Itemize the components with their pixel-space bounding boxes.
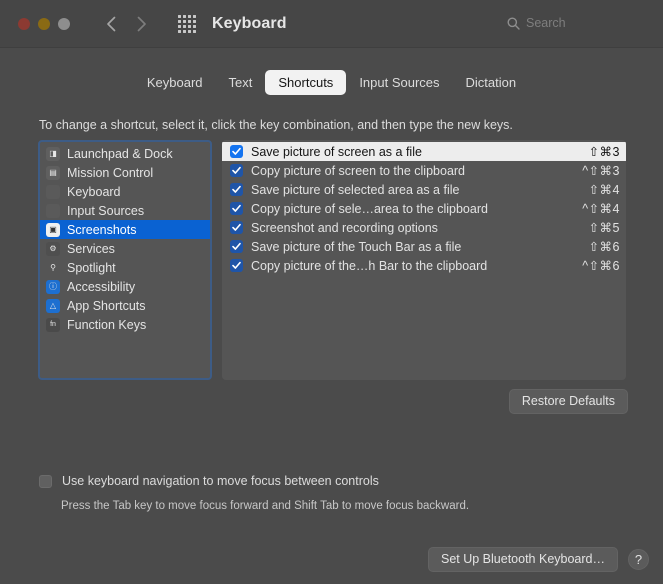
table-row[interactable]: Save picture of screen as a file ⇧⌘3 bbox=[222, 142, 626, 161]
sidebar-item-launchpad-dock[interactable]: ◨ Launchpad & Dock bbox=[40, 144, 210, 163]
search-field[interactable] bbox=[499, 11, 649, 35]
tab-text[interactable]: Text bbox=[216, 70, 266, 95]
shortcut-checkbox[interactable] bbox=[230, 240, 243, 253]
sidebar-item-label: Screenshots bbox=[67, 222, 137, 237]
table-row[interactable]: Copy picture of sele…area to the clipboa… bbox=[222, 199, 626, 218]
shortcut-name: Save picture of selected area as a file bbox=[251, 182, 460, 197]
shortcut-checkbox[interactable] bbox=[230, 145, 243, 158]
search-icon bbox=[507, 17, 520, 30]
shortcut-checkbox[interactable] bbox=[230, 259, 243, 272]
sidebar-item-function-keys[interactable]: fn Function Keys bbox=[40, 315, 210, 334]
shortcut-keys[interactable]: ^⇧⌘3 bbox=[582, 163, 620, 178]
close-button[interactable] bbox=[18, 17, 30, 30]
shortcut-checkbox[interactable] bbox=[230, 164, 243, 177]
shortcut-name: Copy picture of the…h Bar to the clipboa… bbox=[251, 258, 488, 273]
shortcut-name: Save picture of screen as a file bbox=[251, 144, 422, 159]
table-row[interactable]: Save picture of selected area as a file … bbox=[222, 180, 626, 199]
sidebar-item-label: Function Keys bbox=[67, 317, 147, 332]
sidebar-item-label: App Shortcuts bbox=[67, 298, 146, 313]
system-preferences-window: Keyboard Keyboard Text Shortcuts Input S… bbox=[0, 0, 663, 584]
shortcut-keys[interactable]: ⇧⌘5 bbox=[589, 220, 620, 235]
shortcut-list[interactable]: Save picture of screen as a file ⇧⌘3 Cop… bbox=[222, 140, 626, 380]
sidebar-item-keyboard[interactable]: Keyboard bbox=[40, 182, 210, 201]
shortcut-checkbox[interactable] bbox=[230, 202, 243, 215]
sidebar-item-label: Launchpad & Dock bbox=[67, 146, 173, 161]
window-footer: Set Up Bluetooth Keyboard… ? bbox=[428, 547, 649, 572]
keyboard-icon bbox=[46, 184, 60, 199]
instruction-text: To change a shortcut, select it, click t… bbox=[39, 118, 513, 132]
shortcut-keys[interactable]: ^⇧⌘4 bbox=[582, 201, 620, 216]
spotlight-search-icon: ⚲ bbox=[50, 263, 56, 272]
shortcut-keys[interactable]: ⇧⌘6 bbox=[589, 239, 620, 254]
sidebar-item-app-shortcuts[interactable]: △ App Shortcuts bbox=[40, 296, 210, 315]
shortcut-keys[interactable]: ⇧⌘4 bbox=[589, 182, 620, 197]
sidebar-item-accessibility[interactable]: ⓘ Accessibility bbox=[40, 277, 210, 296]
keyboard-navigation-row[interactable]: Use keyboard navigation to move focus be… bbox=[39, 474, 379, 488]
shortcut-name: Copy picture of sele…area to the clipboa… bbox=[251, 201, 488, 216]
shortcut-keys[interactable]: ⇧⌘3 bbox=[589, 144, 620, 159]
table-row[interactable]: Save picture of the Touch Bar as a file … bbox=[222, 237, 626, 256]
shortcut-category-list[interactable]: ◨ Launchpad & Dock ▤ Mission Control Key… bbox=[38, 140, 212, 380]
sidebar-item-label: Keyboard bbox=[67, 184, 121, 199]
sidebar-item-input-sources[interactable]: Input Sources bbox=[40, 201, 210, 220]
traffic-lights bbox=[18, 17, 70, 30]
function-keys-icon: fn bbox=[46, 317, 60, 332]
mission-control-icon: ▤ bbox=[46, 165, 60, 180]
restore-defaults-button[interactable]: Restore Defaults bbox=[508, 389, 628, 414]
sidebar-item-label: Services bbox=[67, 241, 115, 256]
forward-chevron-icon[interactable] bbox=[128, 11, 154, 37]
minimize-button[interactable] bbox=[38, 17, 50, 30]
keyboard-navigation-checkbox[interactable] bbox=[39, 474, 52, 488]
shortcut-checkbox[interactable] bbox=[230, 221, 243, 234]
back-chevron-icon[interactable] bbox=[98, 11, 124, 37]
search-input[interactable] bbox=[526, 16, 636, 30]
sidebar-item-screenshots[interactable]: ▣ Screenshots bbox=[40, 220, 210, 239]
tab-keyboard[interactable]: Keyboard bbox=[134, 70, 216, 95]
sidebar-item-label: Input Sources bbox=[67, 203, 145, 218]
page-title: Keyboard bbox=[212, 14, 287, 32]
input-sources-icon bbox=[46, 203, 60, 218]
shortcut-name: Screenshot and recording options bbox=[251, 220, 438, 235]
launchpad-icon: ◨ bbox=[46, 146, 60, 161]
sidebar-item-services[interactable]: ⚙ Services bbox=[40, 239, 210, 258]
tab-dictation[interactable]: Dictation bbox=[453, 70, 530, 95]
shortcut-name: Copy picture of screen to the clipboard bbox=[251, 163, 466, 178]
tab-input-sources[interactable]: Input Sources bbox=[346, 70, 452, 95]
tab-shortcuts[interactable]: Shortcuts bbox=[265, 70, 347, 95]
sidebar-item-label: Mission Control bbox=[67, 165, 154, 180]
shortcut-name: Save picture of the Touch Bar as a file bbox=[251, 239, 462, 254]
zoom-button[interactable] bbox=[58, 17, 70, 30]
help-button[interactable]: ? bbox=[628, 549, 649, 570]
navigation-arrows bbox=[98, 11, 154, 37]
table-row[interactable]: Screenshot and recording options ⇧⌘5 bbox=[222, 218, 626, 237]
table-row[interactable]: Copy picture of the…h Bar to the clipboa… bbox=[222, 256, 626, 275]
preference-tabs: Keyboard Text Shortcuts Input Sources Di… bbox=[0, 70, 663, 95]
window-titlebar: Keyboard bbox=[0, 0, 663, 48]
show-all-icon[interactable] bbox=[176, 13, 198, 35]
sidebar-item-spotlight[interactable]: ⚲ Spotlight bbox=[40, 258, 210, 277]
accessibility-icon: ⓘ bbox=[46, 279, 60, 294]
sidebar-item-mission-control[interactable]: ▤ Mission Control bbox=[40, 163, 210, 182]
table-row[interactable]: Copy picture of screen to the clipboard … bbox=[222, 161, 626, 180]
shortcut-checkbox[interactable] bbox=[230, 183, 243, 196]
screenshots-icon: ▣ bbox=[46, 222, 60, 237]
keyboard-navigation-label: Use keyboard navigation to move focus be… bbox=[62, 474, 379, 488]
shortcut-keys[interactable]: ^⇧⌘6 bbox=[582, 258, 620, 273]
keyboard-navigation-hint: Press the Tab key to move focus forward … bbox=[61, 500, 470, 512]
sidebar-item-label: Spotlight bbox=[67, 260, 116, 275]
sidebar-item-label: Accessibility bbox=[67, 279, 136, 294]
app-shortcuts-icon: △ bbox=[46, 298, 60, 313]
set-up-bluetooth-keyboard-button[interactable]: Set Up Bluetooth Keyboard… bbox=[428, 547, 618, 572]
services-gear-icon: ⚙ bbox=[46, 241, 60, 256]
